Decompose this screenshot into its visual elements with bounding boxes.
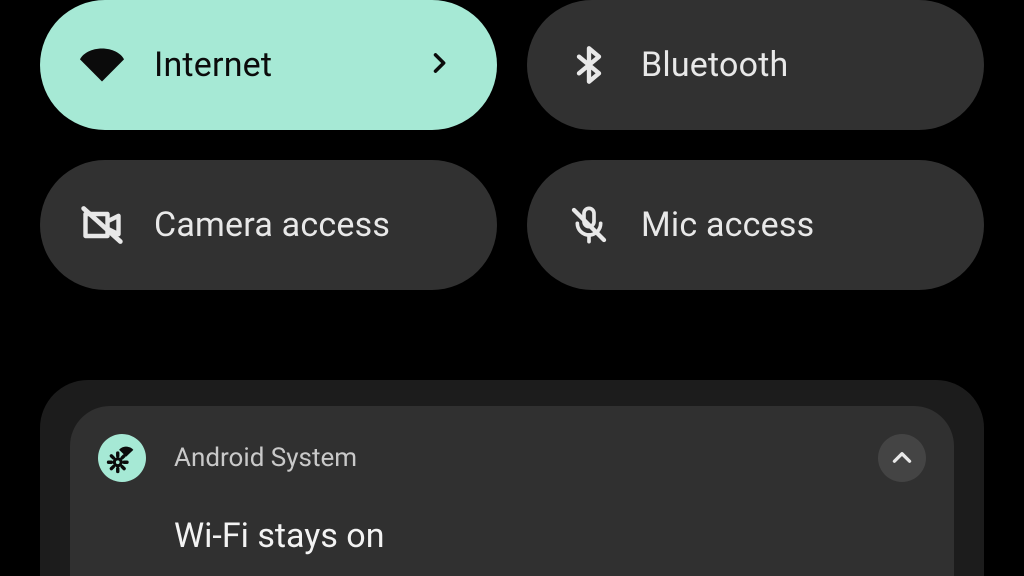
- notification-card[interactable]: Android System Wi-Fi stays on: [70, 406, 954, 576]
- notification-app-name: Android System: [174, 443, 357, 473]
- mic-off-icon: [567, 203, 611, 247]
- chevron-up-icon: [889, 445, 915, 471]
- qs-tile-label: Bluetooth: [641, 45, 788, 85]
- qs-tile-bluetooth[interactable]: Bluetooth: [527, 0, 984, 130]
- qs-tile-mic[interactable]: Mic access: [527, 160, 984, 290]
- qs-tile-label: Mic access: [641, 205, 814, 245]
- bluetooth-icon: [567, 43, 611, 87]
- qs-tile-internet[interactable]: Internet: [40, 0, 497, 130]
- notification-title: Wi-Fi stays on: [174, 516, 926, 556]
- chevron-right-icon: [425, 49, 453, 81]
- notification-header: Android System: [98, 434, 926, 482]
- expand-button[interactable]: [878, 434, 926, 482]
- qs-tile-label: Camera access: [154, 205, 390, 245]
- qs-tile-label: Internet: [154, 45, 272, 85]
- gear-wifi-icon: [98, 434, 146, 482]
- qs-tile-camera[interactable]: Camera access: [40, 160, 497, 290]
- wifi-icon: [80, 43, 124, 87]
- notification-panel: Android System Wi-Fi stays on: [40, 380, 984, 576]
- camera-off-icon: [80, 203, 124, 247]
